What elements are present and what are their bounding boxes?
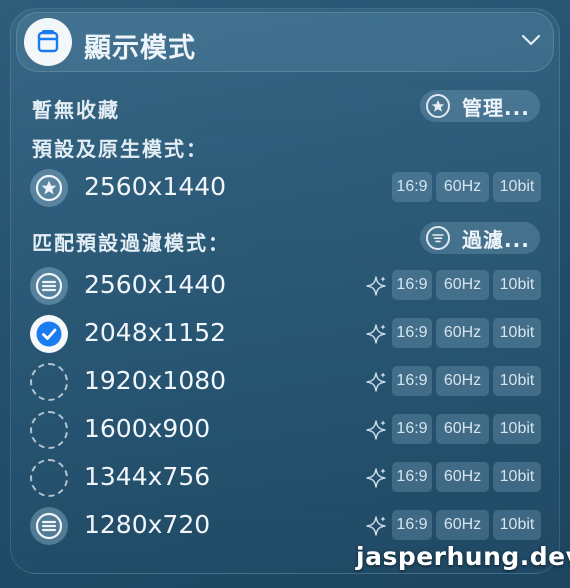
aspect-badge: 16:9	[392, 462, 432, 492]
resolution-label: 1600x900	[84, 414, 211, 443]
display-window-icon	[24, 18, 72, 66]
mode-row[interactable]: 1600x900 16:9 60Hz 10bit	[0, 408, 570, 452]
favorites-empty-text: 暫無收藏	[32, 98, 120, 122]
sparkle-icon	[364, 514, 388, 538]
mode-row[interactable]: 2560x1440 16:9 60Hz 10bit	[0, 264, 570, 308]
list-circle-icon	[30, 267, 68, 305]
refresh-badge: 60Hz	[436, 318, 489, 348]
empty-circle-icon	[30, 459, 68, 497]
filter-button[interactable]: 過濾...	[420, 222, 540, 254]
depth-badge: 10bit	[493, 270, 541, 300]
manage-label: 管理...	[462, 95, 530, 120]
sparkle-icon	[364, 322, 388, 346]
aspect-badge: 16:9	[392, 318, 432, 348]
depth-badge: 10bit	[493, 318, 541, 348]
star-icon	[30, 169, 68, 207]
filter-label: 過濾...	[462, 227, 530, 252]
resolution-label: 2560x1440	[84, 270, 227, 299]
presets-section-label: 預設及原生模式：	[32, 137, 208, 161]
chevron-down-icon[interactable]	[520, 32, 542, 48]
filter-lines-icon	[426, 226, 450, 250]
page-title: 顯示模式	[84, 33, 196, 64]
aspect-badge: 16:9	[392, 270, 432, 300]
empty-circle-icon	[30, 411, 68, 449]
resolution-label: 1344x756	[84, 462, 211, 491]
empty-circle-icon	[30, 363, 68, 401]
manage-favorites-button[interactable]: 管理...	[420, 90, 540, 122]
preset-mode-row[interactable]: 2560x1440 16:9 60Hz 10bit	[0, 166, 570, 210]
refresh-badge: 60Hz	[436, 510, 489, 540]
aspect-badge: 16:9	[392, 172, 432, 202]
sparkle-icon	[364, 274, 388, 298]
star-icon	[426, 94, 450, 118]
filtered-section-label: 匹配預設過濾模式：	[32, 231, 230, 255]
depth-badge: 10bit	[493, 366, 541, 396]
sparkle-icon	[364, 370, 388, 394]
refresh-badge: 60Hz	[436, 172, 489, 202]
sparkle-icon	[364, 466, 388, 490]
aspect-badge: 16:9	[392, 366, 432, 396]
list-circle-icon	[30, 507, 68, 545]
checkmark-icon	[30, 315, 68, 353]
sparkle-icon	[364, 418, 388, 442]
resolution-label: 2048x1152	[84, 318, 227, 347]
mode-row[interactable]: 1344x756 16:9 60Hz 10bit	[0, 456, 570, 500]
depth-badge: 10bit	[493, 510, 541, 540]
aspect-badge: 16:9	[392, 414, 432, 444]
aspect-badge: 16:9	[392, 510, 432, 540]
resolution-label: 1280x720	[84, 510, 211, 539]
depth-badge: 10bit	[493, 414, 541, 444]
resolution-label: 1920x1080	[84, 366, 227, 395]
depth-badge: 10bit	[493, 462, 541, 492]
depth-badge: 10bit	[493, 172, 541, 202]
watermark: jasperhung.dev	[356, 542, 570, 571]
mode-row[interactable]: 1920x1080 16:9 60Hz 10bit	[0, 360, 570, 404]
resolution-label: 2560x1440	[84, 172, 227, 201]
refresh-badge: 60Hz	[436, 366, 489, 396]
refresh-badge: 60Hz	[436, 270, 489, 300]
refresh-badge: 60Hz	[436, 462, 489, 492]
refresh-badge: 60Hz	[436, 414, 489, 444]
mode-row[interactable]: 2048x1152 16:9 60Hz 10bit	[0, 312, 570, 356]
